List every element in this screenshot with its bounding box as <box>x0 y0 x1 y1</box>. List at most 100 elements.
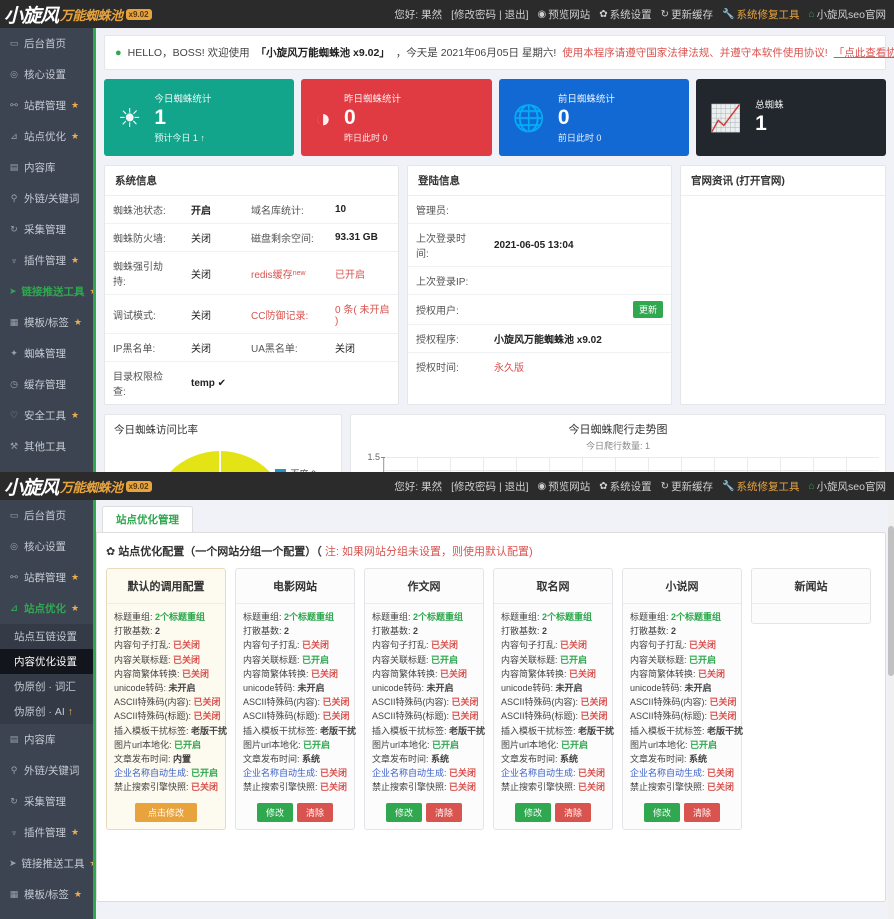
agreement-link[interactable]: 「点此查看协议」 <box>834 45 894 60</box>
config-value: 已关闭 <box>193 697 221 708</box>
preview-site-link[interactable]: ◉ 预览网站 <box>538 7 591 22</box>
vertical-scrollbar[interactable] <box>888 500 894 919</box>
update-cache-label-2: 更新缓存 <box>671 480 714 493</box>
account-links[interactable]: [修改密码 | 退出] <box>451 7 528 22</box>
sidebar-item-9[interactable]: ▦ 模板/标签 ★ <box>0 307 93 338</box>
home-icon: ⌂ <box>808 8 815 20</box>
sidebar-item-4[interactable]: ▤ 内容库 <box>0 724 93 755</box>
config-buttons: 修改 清除 <box>236 802 354 822</box>
config-value: 已关闭 <box>449 768 477 779</box>
edit-button[interactable]: 修改 <box>256 802 293 822</box>
sidebar-item-2[interactable]: ⚯ 站群管理 ★ <box>0 90 93 121</box>
account-links-2[interactable]: [修改密码 | 退出] <box>451 479 528 494</box>
clear-button[interactable]: 清除 <box>426 802 463 822</box>
stat-sub: 昨日此时 0 <box>343 133 388 144</box>
sidebar-item-3[interactable]: ⊿ 站点优化 ★ <box>0 593 93 624</box>
sidebar-item-7[interactable]: ♆ 插件管理 ★ <box>0 817 93 848</box>
sidebar-item-1[interactable]: ◎ 核心设置 <box>0 531 93 562</box>
config-key: unicode转码: <box>243 683 296 694</box>
sidebar-item-2[interactable]: ⚯ 站群管理 ★ <box>0 562 93 593</box>
config-value: 未开启 <box>297 683 325 694</box>
edit-button[interactable]: 修改 <box>514 802 551 822</box>
brand-name-secondary: 万能蜘蛛池 <box>60 7 123 23</box>
config-value: 已关闭 <box>580 697 608 708</box>
sidebar-item-9[interactable]: ▦ 模板/标签 ★ <box>0 879 93 910</box>
brand-logo[interactable]: 小旋风 万能蜘蛛池 x9.02 <box>0 0 152 28</box>
stat-card-2[interactable]: 🌐 前日蜘蛛统计 0 前日此时 0 <box>498 79 689 156</box>
sidebar-subitem-3[interactable]: 伪原创 · AI ↑ <box>0 699 93 724</box>
config-value: 已关闭 <box>440 668 468 679</box>
sidebar-item-12[interactable]: ♡ 安全工具 ★ <box>0 400 93 431</box>
config-row-shuffle_base: 打散基数: 2 <box>630 624 734 638</box>
system-settings-link-2[interactable]: ✿ 系统设置 <box>599 479 651 494</box>
config-row-unicode: unicode转码: 未开启 <box>372 681 476 695</box>
config-key: ASCII特殊码(内容): <box>372 697 450 708</box>
edit-default-button[interactable]: 点击修改 <box>134 802 197 822</box>
config-row-title_regroup: 标题重组: 2个标题重组 <box>630 610 734 624</box>
system-info-row: 调试模式: 关闭 CC防御记录: 0 条( 未开启 ) <box>105 295 398 334</box>
row-key-1: 目录权限检查: <box>113 372 163 398</box>
login-info-row: 授权时间: 永久版 <box>408 353 671 380</box>
update-button[interactable]: 更新 <box>632 301 663 318</box>
stat-card-0[interactable]: ☀ 今日蜘蛛统计 1 预计今日 1 ↑ <box>104 79 295 156</box>
official-site-label-2: 小旋风seo官网 <box>816 480 886 493</box>
sidebar-subitem-1[interactable]: 内容优化设置 <box>0 649 93 674</box>
config-key: 标题重组: <box>372 612 411 622</box>
sidebar-subitem-2[interactable]: 伪原创 · 词汇 <box>0 674 93 699</box>
sidebar-item-0[interactable]: ▭ 后台首页 <box>0 28 93 59</box>
sidebar-item-8[interactable]: ➤链接推送工具★ <box>0 848 93 879</box>
repair-tool-link[interactable]: 🔧 系统修复工具 <box>722 7 799 22</box>
official-site-link[interactable]: ⌂ 小旋风seo官网 <box>809 7 886 22</box>
sidebar-item-5[interactable]: ⚲ 外链/关键词 <box>0 183 93 214</box>
sidebar-item-11[interactable]: ◷ 缓存管理 <box>0 369 93 400</box>
clear-button[interactable]: 清除 <box>684 802 721 822</box>
update-cache-link-2[interactable]: ↻ 更新缓存 <box>661 479 713 494</box>
top-bar-2: 小旋风 万能蜘蛛池 x9.02 您好: 果然 [修改密码 | 退出] ◉ 预览网站… <box>0 472 894 500</box>
config-key: 内容句子打乱: <box>372 640 429 651</box>
config-value: 老版干扰 <box>191 725 228 736</box>
clock-icon: ◷ <box>10 379 18 389</box>
config-row-no_snapshot: 禁止搜索引擎快照: 已关闭 <box>630 780 734 794</box>
row-key-2: UA黑名单: <box>251 344 298 355</box>
sidebar-item-label: 链接推送工具 <box>21 286 85 298</box>
sidebar-subitem-0[interactable]: 站点互链设置 <box>0 624 93 649</box>
edit-button[interactable]: 修改 <box>385 802 422 822</box>
stat-card-1[interactable]: ◑ 昨日蜘蛛统计 0 昨日此时 0 <box>301 79 492 156</box>
update-cache-link[interactable]: ↻ 更新缓存 <box>661 7 713 22</box>
repair-tool-link-2[interactable]: 🔧 系统修复工具 <box>722 479 799 494</box>
sidebar-item-3[interactable]: ⊿ 站点优化 ★ <box>0 121 93 152</box>
sidebar-item-6[interactable]: ↻ 采集管理 <box>0 786 93 817</box>
row-key: 授权用户: <box>416 306 459 317</box>
config-key: 图片url本地化: <box>501 739 559 750</box>
preview-site-link-2[interactable]: ◉ 预览网站 <box>538 479 591 494</box>
sidebar-item-7[interactable]: ♆ 插件管理 ★ <box>0 245 93 276</box>
sidebar-item-4[interactable]: ▤ 内容库 <box>0 152 93 183</box>
sidebar-item-13[interactable]: ⚒ 其他工具 <box>0 431 93 462</box>
sidebar-item-1[interactable]: ◎ 核心设置 <box>0 59 93 90</box>
sidebar-item-8[interactable]: ➤链接推送工具★ <box>0 276 93 307</box>
clear-button[interactable]: 清除 <box>555 802 592 822</box>
sidebar-item-0[interactable]: ▭ 后台首页 <box>0 500 93 531</box>
sidebar-item-6[interactable]: ↻ 采集管理 <box>0 214 93 245</box>
clear-button[interactable]: 清除 <box>297 802 334 822</box>
config-key: unicode转码: <box>501 683 554 694</box>
official-site-link-2[interactable]: ⌂ 小旋风seo官网 <box>809 479 886 494</box>
top-bar: 小旋风 万能蜘蛛池 x9.02 您好: 果然 [修改密码 | 退出] ◉ 预览网站… <box>0 0 894 28</box>
stat-card-3[interactable]: 📈 总蜘蛛 1 <box>695 79 886 156</box>
sidebar-item-10[interactable]: ✦蜘蛛管理 <box>0 910 93 919</box>
brand-logo-2[interactable]: 小旋风 万能蜘蛛池 x9.02 <box>0 472 152 500</box>
star-icon: ★ <box>71 827 80 837</box>
row-value: 小旋风万能蜘蛛池 x9.02 <box>494 335 602 346</box>
config-value: 已关闭 <box>449 782 477 793</box>
config-row-traditional: 内容简繁体转换: 已关闭 <box>114 667 218 681</box>
sidebar-item-10[interactable]: ✦蜘蛛管理 <box>0 338 93 369</box>
tab-site-optimization[interactable]: 站点优化管理 <box>102 506 193 532</box>
official-news-title[interactable]: 官网资讯 (打开官网) <box>681 166 885 196</box>
optimization-content: 站点优化管理 ✿ 站点优化配置（一个网站分组一个配置）（ 注: 如果网站分组未设… <box>96 500 894 919</box>
config-value: 已关闭 <box>707 782 735 793</box>
scrollbar-thumb[interactable] <box>888 526 894 676</box>
system-settings-link[interactable]: ✿ 系统设置 <box>599 7 651 22</box>
sidebar-item-5[interactable]: ⚲ 外链/关键词 <box>0 755 93 786</box>
row-value-2: 10 <box>335 204 347 215</box>
edit-button[interactable]: 修改 <box>643 802 680 822</box>
